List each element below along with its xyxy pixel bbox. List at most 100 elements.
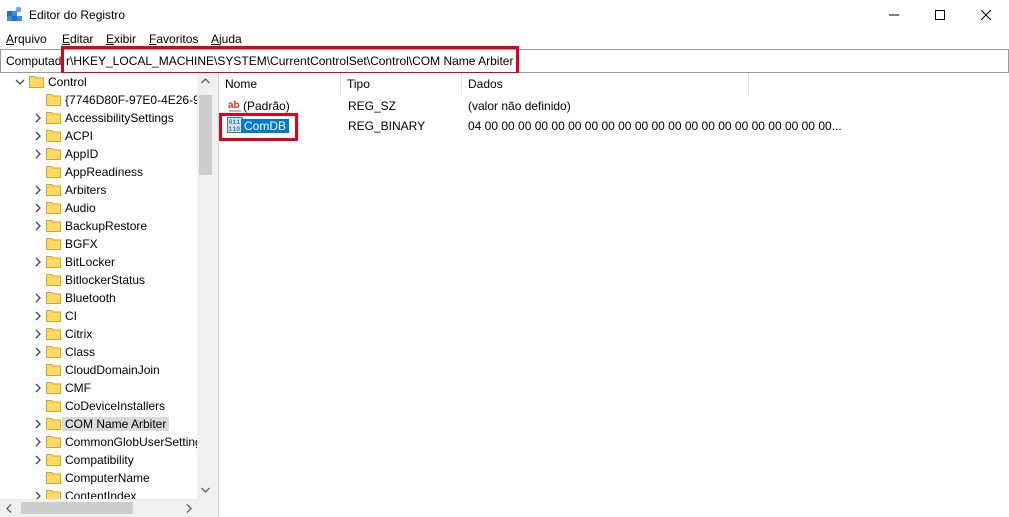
chevron-right-icon[interactable] xyxy=(33,293,43,303)
address-bar[interactable]: Computad r\HKEY_LOCAL_MACHINE\SYSTEM\Cur… xyxy=(0,49,1009,73)
tree-item[interactable]: CoDeviceInstallers xyxy=(0,397,200,415)
tree-item[interactable]: Class xyxy=(0,343,200,361)
tree-item-label: CommonGlobUserSetting xyxy=(65,435,202,449)
menu-favoritos[interactable]: Favoritos xyxy=(149,32,198,46)
tree-item-label: CoDeviceInstallers xyxy=(65,399,166,413)
address-path[interactable]: r\HKEY_LOCAL_MACHINE\SYSTEM\CurrentContr… xyxy=(66,54,513,68)
scroll-right-icon[interactable] xyxy=(186,504,192,513)
scroll-up-icon[interactable] xyxy=(201,78,210,84)
tree-item[interactable]: ComputerName xyxy=(0,469,200,487)
tree-item[interactable]: ACPI xyxy=(0,127,200,145)
scroll-left-icon[interactable] xyxy=(6,504,12,513)
menu-ajuda-mnemonic: A xyxy=(211,32,220,46)
maximize-icon xyxy=(935,10,945,20)
tree-item-label: ACPI xyxy=(65,129,94,143)
chevron-right-icon[interactable] xyxy=(33,329,43,339)
folder-icon xyxy=(46,220,61,232)
tree-vertical-scrollbar[interactable] xyxy=(197,73,214,499)
tree-item-label: ComputerName xyxy=(65,471,150,485)
tree-item[interactable]: Compatibility xyxy=(0,451,200,469)
tree-item[interactable]: Audio xyxy=(0,199,200,217)
tree-item-label: Arbiters xyxy=(65,183,107,197)
folder-icon xyxy=(29,76,44,88)
column-divider[interactable] xyxy=(748,73,749,95)
value-name-selected[interactable]: ComDB xyxy=(241,119,290,133)
chevron-right-icon[interactable] xyxy=(33,203,43,213)
menu-ajuda[interactable]: Ajuda xyxy=(211,32,242,46)
folder-icon xyxy=(46,148,61,160)
tree-vertical-scroll-thumb[interactable] xyxy=(199,95,212,175)
tree-item[interactable]: COM Name Arbiter xyxy=(0,415,200,433)
window-title: Editor do Registro xyxy=(29,8,126,22)
value-name: (Padrão) xyxy=(243,99,290,113)
tree-item-label: Audio xyxy=(65,201,96,215)
value-data: 04 00 00 00 00 00 00 00 00 00 00 00 00 0… xyxy=(468,119,842,133)
scroll-down-icon[interactable] xyxy=(201,487,210,493)
folder-icon xyxy=(46,472,61,484)
values-list[interactable]: Nome Tipo Dados ab (Padrão) REG_SZ (valo… xyxy=(218,73,1009,517)
tree-item[interactable]: AppID xyxy=(0,145,200,163)
tree-item[interactable]: {7746D80F-97E0-4E26-954 xyxy=(0,91,213,109)
column-header-name[interactable]: Nome xyxy=(219,73,340,95)
menu-arquivo[interactable]: Arquivo xyxy=(6,32,47,46)
tree-item[interactable]: Arbiters xyxy=(0,181,200,199)
folder-icon xyxy=(46,310,61,322)
chevron-right-icon[interactable] xyxy=(33,383,43,393)
close-button[interactable] xyxy=(963,0,1009,30)
chevron-right-icon[interactable] xyxy=(33,455,43,465)
tree-item[interactable]: BGFX xyxy=(0,235,200,253)
tree-horizontal-scrollbar[interactable] xyxy=(0,499,214,517)
chevron-right-icon[interactable] xyxy=(33,113,43,123)
tree-item[interactable]: Bluetooth xyxy=(0,289,200,307)
tree-item[interactable]: BitLocker xyxy=(0,253,200,271)
menu-ajuda-label: juda xyxy=(219,32,242,46)
menu-exibir[interactable]: Exibir xyxy=(106,32,136,46)
folder-icon xyxy=(46,184,61,196)
column-header-type[interactable]: Tipo xyxy=(341,73,461,95)
tree-item[interactable]: CI xyxy=(0,307,200,325)
tree-horizontal-scroll-thumb[interactable] xyxy=(21,502,133,514)
folder-icon xyxy=(46,364,61,376)
address-prefix: Computad xyxy=(6,54,62,68)
tree-item-label: COM Name Arbiter xyxy=(62,417,170,431)
menu-editar-label: ditar xyxy=(70,32,94,46)
folder-icon xyxy=(46,436,61,448)
menu-arquivo-label: rquivo xyxy=(14,32,47,46)
menu-arquivo-mnemonic: A xyxy=(6,32,15,46)
tree-item[interactable]: CMF xyxy=(0,379,200,397)
folder-icon xyxy=(46,112,61,124)
minimize-button[interactable] xyxy=(871,0,917,30)
tree-item-label: Control xyxy=(48,75,87,89)
folder-icon xyxy=(46,454,61,466)
folder-icon xyxy=(46,418,61,430)
tree-item[interactable]: BitlockerStatus xyxy=(0,271,200,289)
tree-item[interactable]: AppReadiness xyxy=(0,163,200,181)
menu-editar[interactable]: Editar xyxy=(62,32,93,46)
chevron-right-icon[interactable] xyxy=(33,221,43,231)
chevron-right-icon[interactable] xyxy=(33,149,43,159)
close-icon xyxy=(981,10,991,20)
maximize-button[interactable] xyxy=(917,0,963,30)
tree-item-label: BackupRestore xyxy=(65,219,148,233)
key-tree[interactable]: Control {7746D80F-97E0-4E26-954 Accessibi… xyxy=(0,73,214,517)
chevron-right-icon[interactable] xyxy=(33,185,43,195)
chevron-right-icon[interactable] xyxy=(33,437,43,447)
menu-exibir-label: xibir xyxy=(114,32,137,46)
tree-item-label: CMF xyxy=(65,381,91,395)
chevron-right-icon[interactable] xyxy=(33,419,43,429)
folder-icon xyxy=(46,166,61,178)
chevron-right-icon[interactable] xyxy=(33,131,43,141)
folder-icon xyxy=(46,202,61,214)
chevron-right-icon[interactable] xyxy=(33,347,43,357)
chevron-right-icon[interactable] xyxy=(33,257,43,267)
tree-item-label: Compatibility xyxy=(65,453,134,467)
tree-item[interactable]: CommonGlobUserSetting xyxy=(0,433,202,451)
chevron-down-icon[interactable] xyxy=(15,77,25,87)
tree-item[interactable]: Citrix xyxy=(0,325,200,343)
tree-item[interactable]: BackupRestore xyxy=(0,217,200,235)
column-header-data[interactable]: Dados xyxy=(462,73,748,95)
tree-item[interactable]: AccessibilitySettings xyxy=(0,109,200,127)
tree-item[interactable]: CloudDomainJoin xyxy=(0,361,200,379)
tree-root-control[interactable]: Control xyxy=(0,73,200,91)
chevron-right-icon[interactable] xyxy=(33,311,43,321)
